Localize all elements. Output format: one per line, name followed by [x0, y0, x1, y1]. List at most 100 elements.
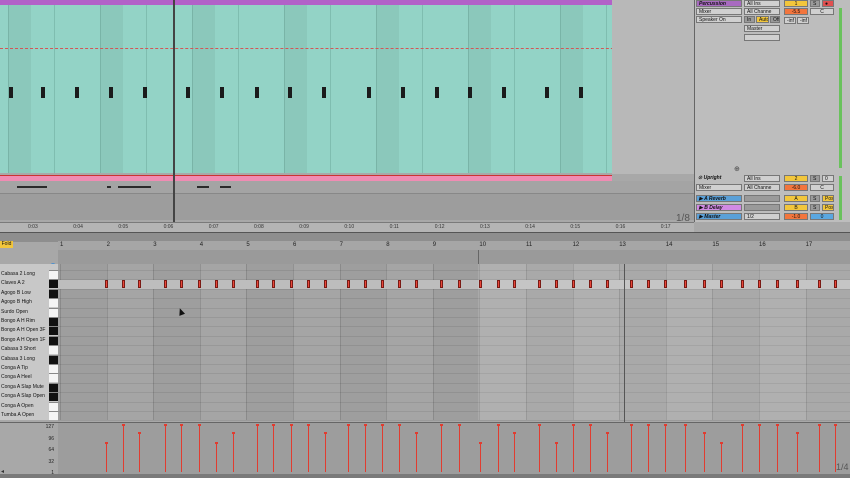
midi-note[interactable]	[324, 280, 327, 288]
midi-note[interactable]	[415, 280, 418, 288]
return-a-activator[interactable]: A	[784, 195, 808, 202]
percussion-solo-button[interactable]: S	[810, 0, 820, 7]
velocity-handle[interactable]	[555, 442, 558, 444]
velocity-handle[interactable]	[272, 424, 275, 426]
midi-note[interactable]	[198, 280, 201, 288]
velocity-stem[interactable]	[216, 442, 217, 472]
velocity-stem[interactable]	[325, 432, 326, 472]
upright-track-title[interactable]: ⊙ Upright	[696, 175, 742, 182]
monitor-auto-button[interactable]: Auto	[756, 16, 769, 23]
velocity-stem[interactable]	[348, 424, 349, 472]
percussion-volume[interactable]: -5.5	[784, 8, 808, 15]
velocity-stem[interactable]	[797, 432, 798, 472]
velocity-handle[interactable]	[180, 424, 183, 426]
clip-loop-ruler[interactable]	[58, 250, 850, 264]
velocity-stem[interactable]	[382, 424, 383, 472]
velocity-handle[interactable]	[630, 424, 633, 426]
midi-note[interactable]	[741, 280, 744, 288]
master-pan[interactable]: 0	[810, 213, 834, 220]
midi-note[interactable]	[215, 280, 218, 288]
piano-key[interactable]	[49, 335, 58, 345]
piano-key[interactable]	[49, 326, 58, 336]
piano-key[interactable]	[49, 382, 58, 392]
percussion-track-title[interactable]: Percussion	[696, 0, 742, 7]
velocity-handle[interactable]	[758, 424, 761, 426]
velocity-handle[interactable]	[364, 424, 367, 426]
velocity-stem[interactable]	[539, 424, 540, 472]
midi-note[interactable]	[555, 280, 558, 288]
time-ruler[interactable]: 0:03 0:04 0:05 0:06 0:07 0:08 0:09 0:10 0:11 0:12…	[0, 222, 694, 232]
midi-note[interactable]	[513, 280, 516, 288]
percussion-arm-button[interactable]: ●	[822, 0, 834, 7]
arrangement-quantize[interactable]: 1/8	[676, 213, 690, 224]
velocity-stem[interactable]	[648, 424, 649, 472]
piano-key[interactable]	[49, 392, 58, 402]
monitor-in-button[interactable]: In	[744, 16, 755, 23]
velocity-editor[interactable]	[58, 422, 850, 475]
percussion-monitor-select[interactable]: Speaker On	[696, 16, 742, 23]
upright-arm-button[interactable]: 0	[822, 175, 834, 182]
velocity-handle[interactable]	[606, 432, 609, 434]
midi-note[interactable]	[122, 280, 125, 288]
percussion-input-select[interactable]: All Ins	[744, 0, 780, 7]
midi-note[interactable]	[398, 280, 401, 288]
velocity-handle[interactable]	[647, 424, 650, 426]
velocity-stem[interactable]	[441, 424, 442, 472]
fold-button[interactable]: Fold	[0, 241, 13, 248]
upright-volume[interactable]: -6.0	[784, 184, 808, 191]
velocity-stem[interactable]	[399, 424, 400, 472]
velocity-stem[interactable]	[139, 432, 140, 472]
add-device-icon[interactable]: ⊕	[734, 165, 740, 173]
master-title[interactable]: ▶ Master	[696, 213, 742, 220]
piano-key[interactable]	[49, 373, 58, 383]
velocity-stem[interactable]	[590, 424, 591, 472]
upright-device-select[interactable]: Mixer	[696, 184, 742, 191]
midi-note[interactable]	[606, 280, 609, 288]
velocity-stem[interactable]	[308, 424, 309, 472]
velocity-stem[interactable]	[819, 424, 820, 472]
velocity-stem[interactable]	[498, 424, 499, 472]
velocity-handle[interactable]	[290, 424, 293, 426]
velocity-stem[interactable]	[759, 424, 760, 472]
percussion-channel-select[interactable]: All Channe	[744, 8, 780, 15]
percussion-pan[interactable]: C	[810, 8, 834, 15]
velocity-handle[interactable]	[720, 442, 723, 444]
velocity-stem[interactable]	[573, 424, 574, 472]
velocity-handle[interactable]	[232, 432, 235, 434]
return-b-title[interactable]: ▶ B Delay	[696, 204, 742, 211]
master-volume[interactable]: -1.0	[784, 213, 808, 220]
midi-note[interactable]	[630, 280, 633, 288]
piano-key[interactable]	[49, 270, 58, 279]
midi-note[interactable]	[538, 280, 541, 288]
velocity-handle[interactable]	[589, 424, 592, 426]
velocity-quantize[interactable]: 1/4	[836, 462, 849, 472]
midi-note[interactable]	[776, 280, 779, 288]
midi-note[interactable]	[180, 280, 183, 288]
piano-key[interactable]	[49, 288, 58, 298]
velocity-stem[interactable]	[685, 424, 686, 472]
velocity-stem[interactable]	[199, 424, 200, 472]
velocity-handle[interactable]	[479, 442, 482, 444]
velocity-stem[interactable]	[742, 424, 743, 472]
velocity-stem[interactable]	[704, 432, 705, 472]
velocity-handle[interactable]	[538, 424, 541, 426]
velocity-handle[interactable]	[105, 442, 108, 444]
upright-solo-button[interactable]: S	[810, 175, 820, 182]
piano-key[interactable]	[49, 307, 58, 317]
velocity-handle[interactable]	[307, 424, 310, 426]
midi-note[interactable]	[232, 280, 235, 288]
piano-key[interactable]	[49, 401, 58, 411]
percussion-device-select[interactable]: Mixer	[696, 8, 742, 15]
midi-note[interactable]	[818, 280, 821, 288]
piano-key[interactable]	[49, 354, 58, 364]
velocity-stem[interactable]	[273, 424, 274, 472]
return-b-post[interactable]: Post	[822, 204, 834, 211]
midi-note[interactable]	[347, 280, 350, 288]
velocity-stem[interactable]	[777, 424, 778, 472]
velocity-handle[interactable]	[741, 424, 744, 426]
midi-note[interactable]	[307, 280, 310, 288]
percussion-track-activator[interactable]: 1	[784, 0, 808, 7]
piano-key[interactable]	[49, 364, 58, 373]
midi-note[interactable]	[138, 280, 141, 288]
velocity-handle[interactable]	[796, 432, 799, 434]
